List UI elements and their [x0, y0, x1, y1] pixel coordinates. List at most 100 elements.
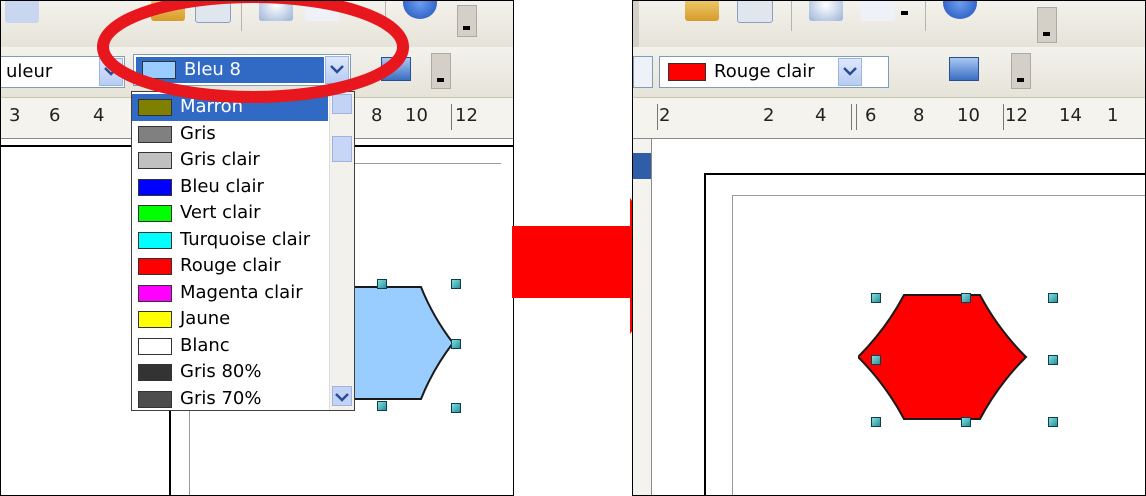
ruler-margin-marker [1003, 104, 1004, 130]
help-icon[interactable] [5, 1, 39, 23]
selection-handle[interactable] [961, 293, 971, 303]
ruler-tick: 1 [1107, 105, 1119, 126]
zoom-icon[interactable] [861, 1, 895, 21]
scroll-down-button[interactable] [332, 386, 352, 406]
color-option-label: Turquoise clair [180, 228, 311, 250]
color-option[interactable]: Turquoise clair [132, 227, 328, 254]
ruler-tick: 12 [455, 105, 478, 126]
selection-handle[interactable] [1048, 417, 1058, 427]
selection-handle[interactable] [961, 417, 971, 427]
selection-handle[interactable] [871, 293, 881, 303]
color-option-label: Gris 70% [180, 387, 262, 409]
chevron-down-icon [843, 67, 857, 76]
toolbar-overflow-button[interactable] [1011, 53, 1031, 89]
toolbar-grip [633, 1, 639, 47]
color-swatch [138, 364, 172, 381]
color-option-label: Vert clair [180, 202, 261, 223]
color-option[interactable]: Jaune [132, 306, 328, 333]
page-margin-line [732, 195, 1145, 196]
chevron-down-icon [335, 393, 349, 402]
toolbar-overflow-button[interactable] [431, 53, 451, 89]
color-option-label: Blanc [180, 334, 230, 356]
color-swatch [138, 231, 172, 249]
help-icon[interactable] [943, 1, 977, 19]
color-swatch [138, 152, 172, 169]
toolbar-overflow-button[interactable] [1037, 7, 1057, 43]
selection-handle[interactable] [871, 355, 881, 365]
fill-color-value: Rouge clair [714, 61, 815, 82]
color-option-label: Bleu clair [180, 175, 264, 197]
fill-color-dropdown-button[interactable] [838, 58, 862, 86]
color-option-label: Jaune [180, 308, 231, 329]
toolbar-overflow-button[interactable] [457, 5, 477, 37]
star-shape[interactable] [858, 289, 1038, 429]
color-option-label: Rouge clair [180, 255, 281, 276]
area-style-label: uleur [6, 61, 53, 82]
ruler-tick: 4 [815, 105, 827, 126]
page-border [704, 173, 706, 495]
selection-handle[interactable] [451, 403, 461, 413]
color-swatch [138, 390, 172, 408]
color-option-label: Gris 80% [180, 361, 262, 382]
ruler-margin-marker [851, 104, 852, 130]
color-option[interactable]: Blanc [132, 333, 328, 360]
fill-color-combo[interactable]: Rouge clair [659, 56, 889, 88]
horizontal-ruler: 2 2 4 6 8 10 12 14 1 [651, 98, 1145, 139]
color-option[interactable]: Gris [132, 121, 328, 148]
selection-handle[interactable] [377, 401, 387, 411]
area-style-combo-edge[interactable] [633, 56, 653, 88]
ruler-tick: 2 [763, 105, 775, 126]
color-option[interactable]: Gris 80% [132, 359, 328, 386]
color-option[interactable]: Vert clair [132, 200, 328, 227]
selection-handle[interactable] [451, 279, 461, 289]
page-margin-line [732, 195, 733, 495]
ruler-tick: 12 [1005, 105, 1028, 126]
hyperlink-icon[interactable] [737, 1, 773, 23]
left-screenshot-panel: uleur Bleu 8 3 6 4 8 10 12 Marron Gris G… [0, 0, 514, 496]
ruler-corner [633, 98, 651, 139]
dropdown-scrollbar[interactable] [329, 92, 354, 410]
color-option-label: Gris [180, 122, 216, 144]
selection-handle[interactable] [1048, 293, 1058, 303]
color-swatch [138, 258, 172, 275]
selection-handle[interactable] [377, 279, 387, 289]
ruler-tick: 6 [49, 105, 61, 126]
ruler-margin-marker [657, 104, 658, 130]
chart-icon[interactable] [685, 1, 719, 21]
page-border [704, 173, 1145, 175]
drawing-canvas[interactable] [652, 139, 1145, 495]
ruler-tick: 8 [913, 105, 925, 126]
vertical-ruler-marker [633, 153, 651, 179]
ruler-tick: 14 [1059, 105, 1082, 126]
selection-handle[interactable] [871, 417, 881, 427]
color-swatch [138, 125, 172, 143]
selection-handle[interactable] [1048, 355, 1058, 365]
ruler-tick: 3 [9, 105, 21, 126]
ruler-tick: 10 [957, 105, 980, 126]
navigator-icon[interactable] [809, 1, 843, 21]
color-option[interactable]: Gris 70% [132, 386, 328, 413]
zoom-dropdown-icon[interactable] [901, 11, 908, 15]
color-option[interactable]: Rouge clair [132, 253, 328, 280]
color-dropdown-list[interactable]: Marron Gris Gris clair Bleu clair Vert clair… [131, 91, 355, 411]
ruler-tick: 6 [865, 105, 877, 126]
ruler-margin-marker [856, 104, 857, 130]
color-swatch [138, 337, 172, 355]
color-option[interactable]: Gris clair [132, 147, 328, 174]
ruler-margin-marker [451, 104, 452, 130]
color-option[interactable]: Magenta clair [132, 280, 328, 307]
vertical-ruler [633, 139, 652, 495]
color-swatch [138, 311, 172, 328]
shadow-icon[interactable] [949, 57, 979, 81]
color-option[interactable]: Bleu clair [132, 174, 328, 201]
fill-color-swatch [668, 63, 706, 81]
right-screenshot-panel: Rouge clair 2 2 4 6 8 10 12 14 1 [632, 0, 1146, 496]
scroll-thumb[interactable] [332, 136, 352, 162]
color-option-label: Magenta clair [180, 281, 303, 303]
toolbar-separator [925, 1, 926, 31]
ruler-tick: 2 [659, 105, 671, 126]
highlight-ellipse [97, 1, 409, 103]
color-swatch [138, 205, 172, 222]
selection-handle[interactable] [451, 339, 461, 349]
standard-toolbar [633, 1, 1145, 48]
